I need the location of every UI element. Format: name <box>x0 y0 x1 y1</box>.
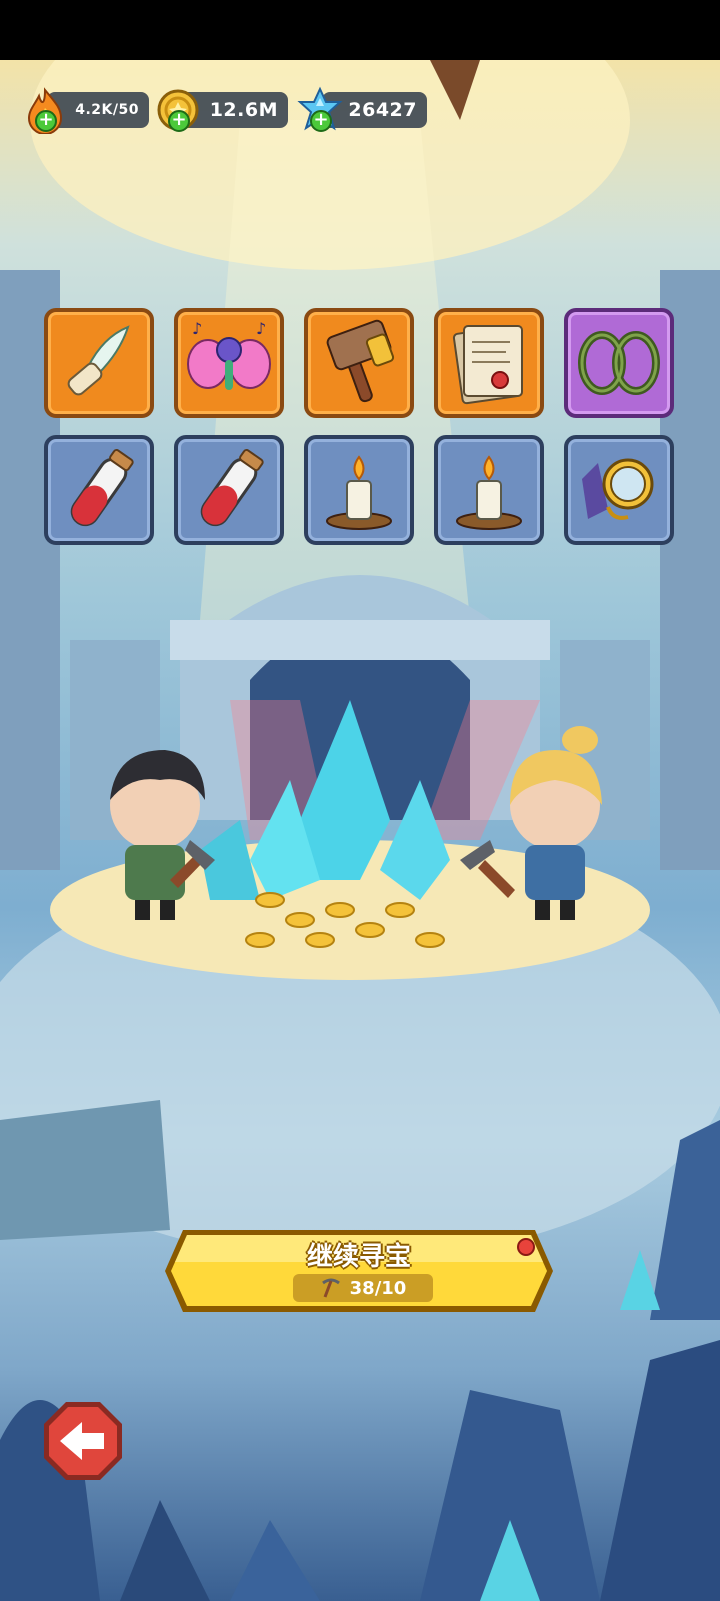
gem-counter[interactable]: + 26427 <box>297 86 427 132</box>
hammer-icon <box>326 319 395 403</box>
item-slot-hammer[interactable] <box>304 308 414 418</box>
item-slot-scroll[interactable] <box>434 308 544 418</box>
item-slot-fairy[interactable]: ♪ ♪ <box>174 308 284 418</box>
pocket-watch-icon <box>582 458 654 520</box>
item-slot-feather[interactable] <box>44 308 154 418</box>
background-art <box>0 60 720 1601</box>
gold-value: 12.6M <box>209 99 278 121</box>
item-slot-potion-1[interactable] <box>44 435 154 545</box>
candle-icon <box>326 455 392 530</box>
scroll-icon <box>452 325 523 405</box>
red-potion-icon <box>200 449 264 527</box>
red-potion-icon <box>70 449 134 527</box>
continue-treasure-hunt-button[interactable]: 继续寻宝 38/10 <box>163 1228 555 1314</box>
gold-plus-icon[interactable]: + <box>168 110 190 132</box>
pickaxe-icon <box>321 1278 340 1298</box>
music-fairy-icon: ♪ ♪ <box>187 319 271 390</box>
item-slot-candle-2[interactable] <box>434 435 544 545</box>
energy-plus-icon[interactable]: + <box>35 110 57 132</box>
game-scene: + 4.2K/50 + 12.6M + 26427 ♪ ♪ 继续寻宝 38/10 <box>0 60 720 1601</box>
svg-text:♪: ♪ <box>192 319 202 338</box>
gold-counter[interactable]: + 12.6M <box>157 89 288 132</box>
svg-text:♪: ♪ <box>256 319 266 338</box>
gem-plus-icon[interactable]: + <box>310 110 332 132</box>
notification-dot <box>517 1238 535 1256</box>
pickaxe-count: 38/10 <box>349 1277 407 1299</box>
item-slot-thorn-vine[interactable] <box>564 308 674 418</box>
pickaxe-counter: 38/10 <box>293 1274 433 1302</box>
candle-icon <box>456 455 522 530</box>
energy-value: 4.2K/50 <box>75 102 139 118</box>
feather-quill-icon <box>67 325 130 396</box>
back-arrow-icon <box>44 1402 122 1480</box>
item-slot-potion-2[interactable] <box>174 435 284 545</box>
gem-value: 26427 <box>348 99 417 121</box>
item-slot-pocket-watch[interactable] <box>564 435 674 545</box>
button-label: 继续寻宝 <box>306 1242 411 1272</box>
status-bar <box>0 0 720 60</box>
thorn-vine-icon <box>578 331 660 395</box>
back-button[interactable] <box>42 1400 124 1482</box>
energy-counter[interactable]: + 4.2K/50 <box>27 87 149 134</box>
item-slot-candle-1[interactable] <box>304 435 414 545</box>
